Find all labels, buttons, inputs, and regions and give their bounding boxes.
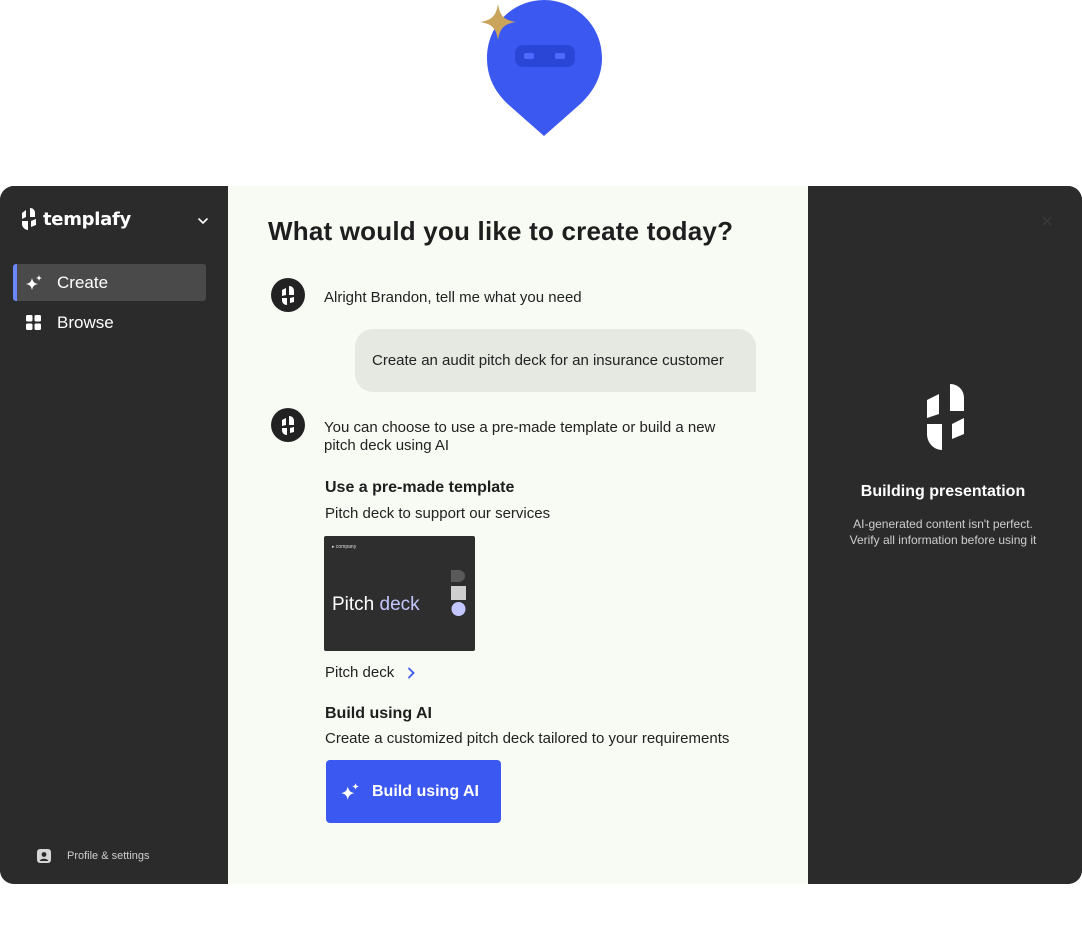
assistant-message-line: You can choose to use a pre-made templat… bbox=[324, 419, 716, 436]
template-section-subheading: Pitch deck to support our services bbox=[325, 505, 551, 522]
ai-section-subheading: Create a customized pitch deck tailored … bbox=[325, 730, 730, 747]
pitch-deck-link[interactable]: Pitch deck bbox=[325, 664, 416, 681]
user-message-bubble: Create an audit pitch deck for an insura… bbox=[355, 329, 756, 392]
templafy-logo-icon bbox=[282, 416, 294, 435]
sidebar-item-label: Create bbox=[57, 272, 109, 292]
panel-title: Building presentation bbox=[860, 483, 1026, 500]
thumbnail-brand-text: company bbox=[335, 544, 357, 550]
templafy-logo-icon bbox=[282, 286, 294, 305]
sidebar-item-browse[interactable]: Browse bbox=[13, 304, 206, 341]
sidebar-item-create[interactable]: Create bbox=[13, 264, 206, 301]
app-window: templafy Create Browse Profile & setting… bbox=[0, 186, 1082, 884]
pitch-deck-link-label: Pitch deck bbox=[325, 664, 395, 681]
thumbnail-shapes-icon bbox=[451, 570, 466, 616]
chevron-right-icon bbox=[408, 667, 415, 678]
brand-logo[interactable]: templafy bbox=[22, 208, 131, 230]
sparkle-icon bbox=[341, 782, 359, 800]
user-icon bbox=[37, 849, 51, 863]
chevron-down-icon[interactable] bbox=[196, 214, 210, 228]
thumbnail-title-accent: deck bbox=[379, 594, 420, 615]
assistant-message-line: pitch deck using AI bbox=[324, 437, 450, 454]
grid-icon bbox=[26, 314, 41, 330]
sidebar-item-label: Browse bbox=[57, 312, 114, 332]
profile-settings-link[interactable]: Profile & settings bbox=[37, 849, 150, 863]
build-using-ai-button[interactable]: Build using AI bbox=[326, 760, 501, 823]
mascot-icon bbox=[478, 0, 604, 138]
user-message-text: Create an audit pitch deck for an insura… bbox=[372, 352, 724, 369]
sparkle-icon bbox=[26, 274, 42, 290]
thumbnail-brand: ▸ company bbox=[332, 544, 357, 550]
sidebar: templafy Create Browse Profile & setting… bbox=[0, 186, 228, 884]
brand-name: templafy bbox=[43, 208, 131, 230]
template-section-heading: Use a pre-made template bbox=[325, 479, 515, 496]
panel-disclaimer-line: AI-generated content isn't perfect. bbox=[853, 517, 1033, 531]
assistant-message: Alright Brandon, tell me what you need bbox=[324, 289, 582, 306]
profile-label: Profile & settings bbox=[67, 850, 150, 862]
close-icon[interactable] bbox=[1041, 215, 1053, 227]
building-panel: Building presentation AI-generated conte… bbox=[808, 186, 1082, 884]
chat-main: What would you like to create today? Alr… bbox=[228, 186, 808, 884]
assistant-message: You can choose to use a pre-made templat… bbox=[324, 419, 715, 455]
assistant-avatar bbox=[271, 408, 305, 442]
assistant-avatar bbox=[271, 278, 305, 312]
page-title: What would you like to create today? bbox=[268, 216, 734, 246]
thumbnail-title: Pitch deck bbox=[332, 594, 420, 616]
panel-disclaimer: AI-generated content isn't perfect. Veri… bbox=[808, 516, 1078, 548]
thumbnail-title-plain: Pitch bbox=[332, 594, 380, 615]
ai-section-heading: Build using AI bbox=[325, 705, 432, 722]
build-using-ai-label: Build using AI bbox=[372, 782, 479, 800]
templafy-logo-icon bbox=[927, 384, 964, 450]
template-thumbnail[interactable]: ▸ company Pitch deck bbox=[324, 536, 475, 651]
panel-disclaimer-line: Verify all information before using it bbox=[849, 533, 1037, 547]
templafy-logo-icon bbox=[22, 208, 36, 230]
